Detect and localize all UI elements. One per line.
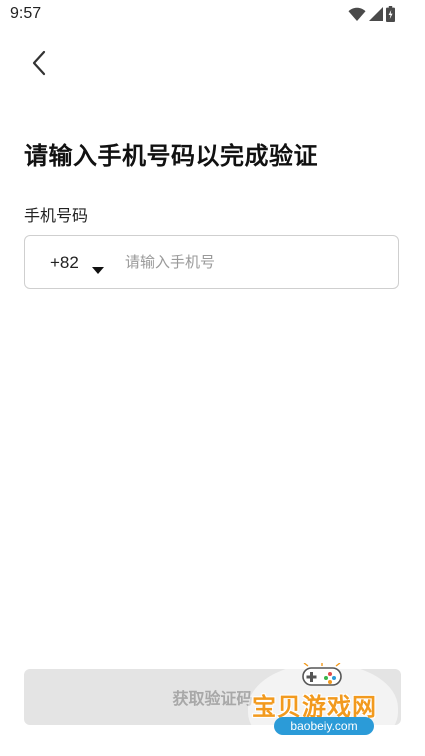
verification-screen: 9:57 请输入手机号码以完成验证 手机号码 +82 请输入手机号 获取验证码 …: [0, 0, 425, 756]
battery-icon: [386, 6, 395, 22]
caret-down-icon: [92, 259, 104, 278]
status-time: 9:57: [10, 5, 42, 22]
country-code-select[interactable]: +82: [25, 236, 123, 288]
phone-number-input[interactable]: [125, 244, 385, 280]
page-title: 请输入手机号码以完成验证: [24, 142, 318, 170]
back-arrow-icon: [31, 50, 47, 80]
watermark-url: baobeiy.com: [274, 717, 374, 735]
back-button[interactable]: [22, 48, 56, 82]
phone-input-group: +82: [24, 235, 399, 289]
status-icons: [348, 5, 395, 23]
country-code-value: +82: [50, 253, 79, 272]
signal-icon: [369, 6, 383, 22]
status-bar: 9:57: [0, 0, 425, 30]
wifi-icon: [348, 7, 366, 22]
phone-number-label: 手机号码: [24, 206, 89, 225]
watermark: 宝贝游戏网 baobeiy.com: [238, 657, 413, 756]
